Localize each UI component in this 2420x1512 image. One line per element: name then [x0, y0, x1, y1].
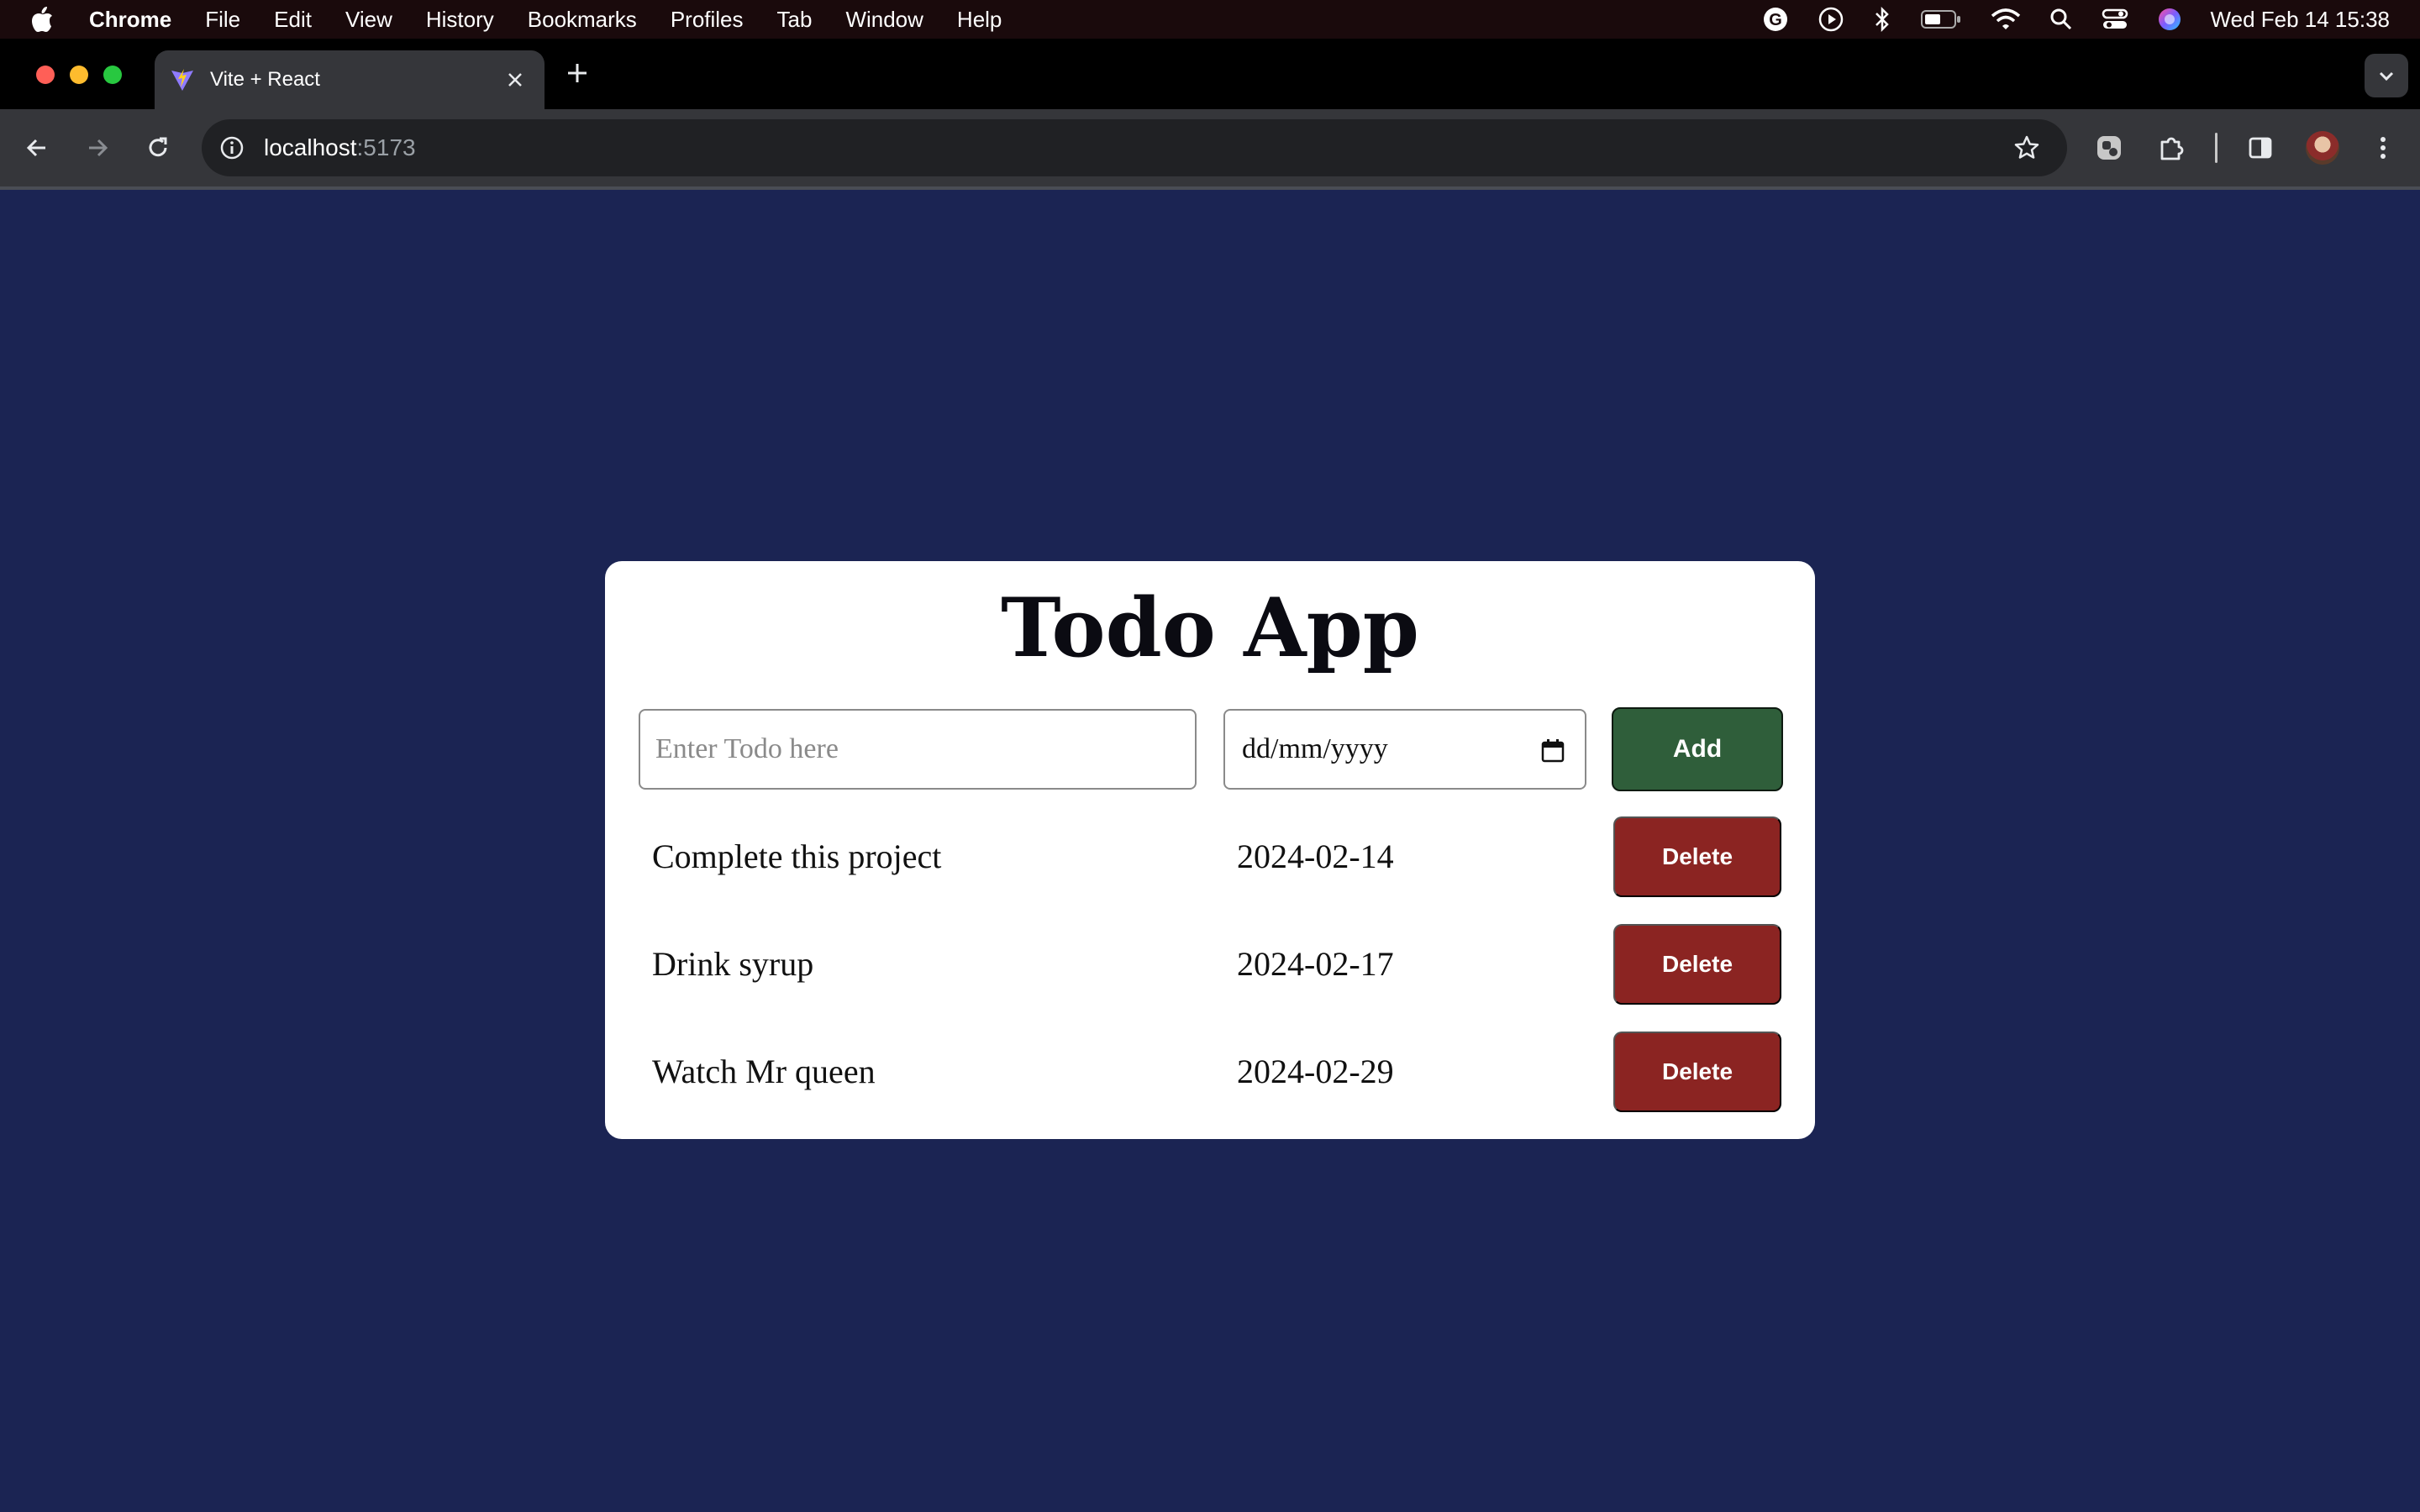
- control-center-icon[interactable]: [2102, 8, 2128, 31]
- todo-item: Complete this project 2024-02-14 Delete: [605, 816, 1815, 897]
- apple-icon[interactable]: [30, 6, 64, 33]
- menu-view[interactable]: View: [345, 7, 392, 33]
- tab-title: Vite + React: [210, 68, 320, 91]
- window-minimize-button[interactable]: [70, 66, 88, 84]
- extensions-puzzle-icon[interactable]: [2154, 131, 2188, 165]
- address-bar[interactable]: localhost:5173: [202, 119, 2067, 176]
- new-tab-button[interactable]: [563, 59, 592, 87]
- site-info-icon[interactable]: [215, 131, 249, 165]
- menu-bar-clock[interactable]: Wed Feb 14 15:38: [2211, 7, 2390, 33]
- calendar-icon[interactable]: [1539, 738, 1566, 764]
- grammarly-icon[interactable]: G: [1762, 6, 1789, 33]
- todo-input[interactable]: [639, 709, 1197, 790]
- bookmark-star-icon[interactable]: [2010, 131, 2044, 165]
- add-button[interactable]: Add: [1612, 707, 1783, 791]
- delete-button[interactable]: Delete: [1613, 816, 1781, 897]
- todo-item-date: 2024-02-14: [1237, 837, 1394, 875]
- window-zoom-button[interactable]: [103, 66, 122, 84]
- todo-item-name: Complete this project: [652, 837, 942, 875]
- browser-toolbar: localhost:5173: [0, 109, 2420, 186]
- menu-bar-status-area: G Wed Feb 14 15:38: [1762, 0, 2390, 39]
- menu-bookmarks[interactable]: Bookmarks: [528, 7, 637, 33]
- chevron-down-icon: [2379, 71, 2394, 81]
- macos-menu-bar: Chrome File Edit View History Bookmarks …: [0, 0, 2420, 39]
- browser-tab-active[interactable]: Vite + React: [155, 50, 544, 109]
- date-input[interactable]: dd/mm/yyyy: [1223, 709, 1586, 790]
- extension-app-icon[interactable]: [2092, 131, 2126, 165]
- menu-edit[interactable]: Edit: [274, 7, 312, 33]
- toolbar-divider: [2215, 133, 2217, 163]
- toolbar-bottom-border: [0, 186, 2420, 190]
- spotlight-search-icon[interactable]: [2049, 8, 2073, 31]
- more-menu-icon[interactable]: [2366, 131, 2400, 165]
- menu-profiles[interactable]: Profiles: [671, 7, 744, 33]
- side-panel-icon[interactable]: [2244, 131, 2277, 165]
- media-play-icon[interactable]: [1818, 6, 1844, 33]
- reload-icon[interactable]: [141, 131, 175, 165]
- todo-item-date: 2024-02-17: [1237, 945, 1394, 983]
- todo-item-date: 2024-02-29: [1237, 1053, 1394, 1090]
- url-host: localhost: [264, 134, 357, 160]
- todo-item-name: Drink syrup: [652, 945, 814, 983]
- battery-icon[interactable]: [1920, 8, 1962, 30]
- page-title: Todo App: [1001, 580, 1419, 675]
- profile-avatar[interactable]: [2306, 131, 2339, 165]
- wifi-icon[interactable]: [1991, 8, 2021, 31]
- menu-tab[interactable]: Tab: [777, 7, 813, 33]
- back-arrow-icon[interactable]: [20, 131, 54, 165]
- url-text[interactable]: localhost:5173: [264, 134, 416, 161]
- bluetooth-icon[interactable]: [1873, 6, 1891, 33]
- tab-close-icon[interactable]: [501, 66, 529, 94]
- vite-favicon-icon: [170, 67, 195, 92]
- menu-app-name[interactable]: Chrome: [89, 7, 171, 33]
- delete-button[interactable]: Delete: [1613, 1032, 1781, 1112]
- menu-file[interactable]: File: [205, 7, 240, 33]
- menu-help[interactable]: Help: [957, 7, 1002, 33]
- url-port: :5173: [356, 134, 416, 160]
- date-input-placeholder: dd/mm/yyyy: [1242, 733, 1388, 764]
- todo-item: Drink syrup 2024-02-17 Delete: [605, 924, 1815, 1005]
- todo-card: Todo App dd/mm/yyyy Add Complete this pr…: [605, 561, 1815, 1139]
- todo-item-name: Watch Mr queen: [652, 1053, 876, 1090]
- tab-search-button[interactable]: [2365, 54, 2408, 97]
- todo-item: Watch Mr queen 2024-02-29 Delete: [605, 1032, 1815, 1112]
- delete-button[interactable]: Delete: [1613, 924, 1781, 1005]
- menu-history[interactable]: History: [426, 7, 494, 33]
- forward-arrow-icon[interactable]: [81, 131, 114, 165]
- svg-text:G: G: [1769, 11, 1782, 29]
- siri-icon[interactable]: [2157, 7, 2182, 32]
- menu-window[interactable]: Window: [845, 7, 923, 33]
- window-close-button[interactable]: [36, 66, 55, 84]
